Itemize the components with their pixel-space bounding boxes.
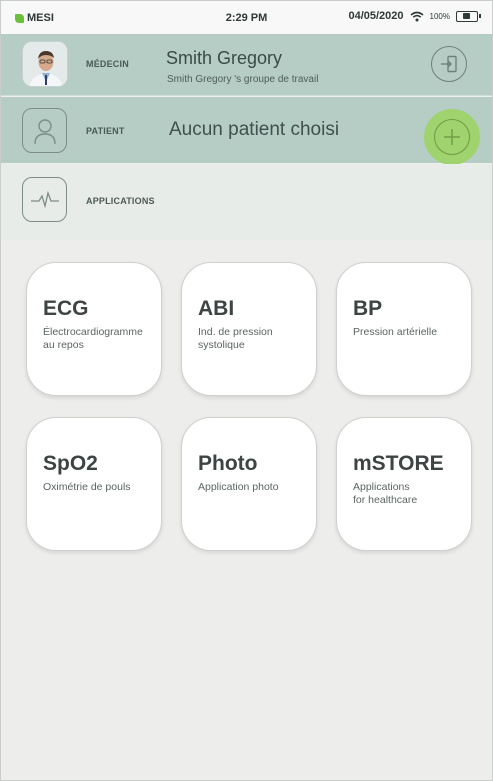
patient-icon-box <box>22 108 67 153</box>
wifi-icon <box>410 11 424 21</box>
plus-icon <box>444 129 460 145</box>
app-tile-ecg[interactable]: ECG Électrocardiogramme au repos <box>26 262 162 396</box>
doctor-name: Smith Gregory <box>166 48 283 68</box>
tile-subtitle: Oximétrie de pouls <box>43 481 131 493</box>
battery-icon <box>456 10 481 22</box>
battery-percent: 100% <box>429 11 450 21</box>
tile-title: BP <box>353 297 383 320</box>
logout-icon <box>441 55 457 73</box>
tile-subtitle: Ind. de pression systolique <box>198 326 273 351</box>
tile-title: ECG <box>43 297 89 320</box>
applications-label: APPLICATIONS <box>86 196 155 206</box>
applications-icon-box <box>22 177 67 222</box>
status-indicators: 04/05/2020 100% <box>348 10 481 22</box>
tile-title: ABI <box>198 297 235 320</box>
applications-grid: ECG Électrocardiogramme au repos ABI Ind… <box>1 241 492 780</box>
medecin-label: MÉDECIN <box>86 59 129 69</box>
app-tile-photo[interactable]: Photo Application photo <box>181 417 317 551</box>
add-patient-ring <box>434 119 470 155</box>
app-frame: MESI 2:29 PM 04/05/2020 100% MÉDECIN Smi… <box>0 0 493 781</box>
date: 04/05/2020 <box>348 10 404 22</box>
avatar <box>22 41 68 87</box>
add-patient-button[interactable] <box>424 109 480 165</box>
tile-subtitle: Application photo <box>198 481 279 493</box>
tile-title: Photo <box>198 452 258 475</box>
tile-subtitle: Applications for healthcare <box>353 481 418 506</box>
tile-title: mSTORE <box>353 452 444 475</box>
app-tile-bp[interactable]: BP Pression artérielle <box>336 262 472 396</box>
tile-subtitle: Pression artérielle <box>353 326 438 338</box>
app-tile-spo2[interactable]: SpO2 Oximétrie de pouls <box>26 417 162 551</box>
app-tile-abi[interactable]: ABI Ind. de pression systolique <box>181 262 317 396</box>
ecg-wave-icon <box>30 190 59 209</box>
patient-label: PATIENT <box>86 126 125 136</box>
doctor-photo <box>23 42 67 86</box>
app-tile-mstore[interactable]: mSTORE Applications for healthcare <box>336 417 472 551</box>
medecin-row[interactable]: MÉDECIN Smith Gregory Smith Gregory 's g… <box>1 34 492 96</box>
patient-row[interactable]: PATIENT Aucun patient choisi <box>1 97 492 165</box>
tile-subtitle: Électrocardiogramme au repos <box>43 326 143 351</box>
status-bar: MESI 2:29 PM 04/05/2020 100% <box>1 1 492 34</box>
applications-row: APPLICATIONS <box>1 164 492 240</box>
patient-value: Aucun patient choisi <box>169 119 340 140</box>
doctor-group: Smith Gregory 's groupe de travail <box>167 74 319 85</box>
person-icon <box>33 118 56 144</box>
logout-button[interactable] <box>431 46 467 82</box>
tile-title: SpO2 <box>43 452 98 475</box>
